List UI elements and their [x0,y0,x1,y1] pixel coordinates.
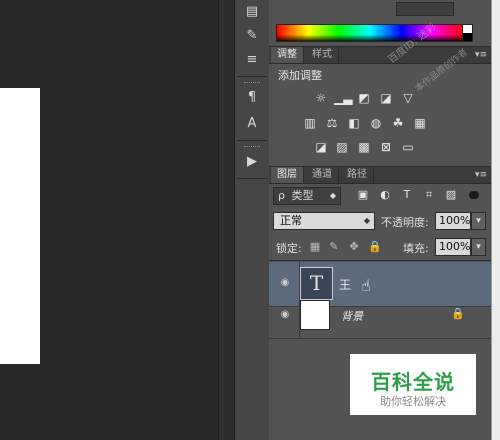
blend-mode-value: 正常 [280,214,302,227]
character-icon[interactable]: A [235,114,269,134]
layer-name[interactable]: 王 [339,276,351,293]
black-white-icon[interactable]: ◧ [346,116,362,130]
hue-saturation-icon[interactable]: ▥ [302,116,318,130]
layer-lock-icon: 🔒 [451,307,465,320]
opacity-dropdown-button[interactable]: ▾ [471,212,486,230]
tab-styles[interactable]: 样式 [306,47,339,63]
lock-transparent-pixels-icon[interactable]: ▦ [309,240,321,254]
curves-icon[interactable]: ◩ [356,91,372,105]
layer-filter-kind-select[interactable]: ρ 类型 ◆ [273,187,341,205]
type-filter-icon[interactable]: T [400,188,414,202]
adjustment-filter-icon[interactable]: ◐ [378,188,392,202]
lock-all-icon[interactable]: 🔒 [368,240,382,254]
invert-icon[interactable]: ◪ [313,140,329,154]
selective-color-icon[interactable]: ⊠ [378,140,394,154]
blend-mode-select[interactable]: 正常 ◆ [273,212,375,230]
tab-adjustments[interactable]: 调整 [271,47,304,63]
fill-dropdown-button[interactable]: ▾ [471,238,486,256]
black-white-swatch[interactable] [462,24,473,42]
brightness-contrast-icon[interactable]: ☼ [313,91,329,105]
opacity-value: 100% [439,214,471,227]
lock-image-pixels-icon[interactable]: ✎ [328,240,340,254]
actions-play-icon[interactable]: ▶ [235,152,269,172]
tab-paths[interactable]: 路径 [341,167,374,183]
updown-arrows-icon: ◆ [329,191,336,200]
fill-label: 填充: [403,242,429,255]
gradient-map-icon[interactable]: ▭ [400,140,416,154]
filter-kind-label: 类型 [291,189,314,202]
shape-filter-icon[interactable]: ⌗ [422,188,436,202]
search-icon: ρ [278,189,285,202]
opacity-label: 不透明度: [381,216,429,229]
channel-mixer-icon[interactable]: ☘ [390,116,406,130]
panel-menu-icon[interactable]: ▾≡ [475,47,487,63]
eye-visibility-icon[interactable]: ◉ [278,309,292,321]
swatches-icon[interactable]: ▤ [235,2,269,22]
collapsed-panel-dock: ▤ ✎ ≡ ¶ A ▶ [234,0,270,440]
threshold-icon[interactable]: ▩ [356,140,372,154]
dock-grip[interactable] [244,146,260,149]
smart-object-filter-icon[interactable]: ▨ [444,188,458,202]
layers-list-divider [269,260,491,261]
vibrance-icon[interactable]: ▽ [400,91,416,105]
lock-label: 锁定: [276,242,302,255]
color-value-field[interactable] [396,2,454,16]
dock-grip[interactable] [244,82,260,85]
updown-arrows-icon: ◆ [363,216,370,225]
color-balance-icon[interactable]: ⚖ [324,116,340,130]
fill-input[interactable]: 100% [435,238,471,256]
lock-position-icon[interactable]: ✥ [348,240,360,254]
photo-filter-icon[interactable]: ◍ [368,116,384,130]
image-filter-icon[interactable]: ▣ [356,188,370,202]
paragraph-icon[interactable]: ¶ [235,88,269,108]
layers-tabbar: 图层 通道 路径 ▾≡ [269,166,491,184]
background-layer-thumbnail [300,300,330,330]
layer-row-background[interactable]: ◉ 背景 🔒 [269,294,491,339]
watermark-subtitle: 助你轻松解决 [380,395,446,408]
panel-menu-icon[interactable]: ▾≡ [475,167,487,183]
exposure-icon[interactable]: ◪ [378,91,394,105]
eye-visibility-icon[interactable]: ◉ [278,277,292,289]
watermark-title: 百科全说 [371,370,455,394]
dock-divider [237,140,267,141]
opacity-input[interactable]: 100% [435,212,471,230]
visibility-column: ◉ [269,294,300,338]
filter-toggle[interactable] [469,191,479,199]
layer-name[interactable]: 背景 [341,308,363,324]
hand-cursor-icon: ☝ [361,276,371,295]
canvas-panel-gutter [218,0,235,440]
posterize-icon[interactable]: ▨ [334,140,350,154]
adjustments-title: 添加调整 [278,69,322,82]
dock-divider [237,178,267,179]
tab-layers[interactable]: 图层 [271,167,304,183]
window-edge [491,0,500,440]
fill-value: 100% [439,240,471,253]
tab-channels[interactable]: 通道 [306,167,339,183]
document-canvas[interactable] [0,88,40,364]
brush-presets-icon[interactable]: ✎ [235,26,269,46]
levels-icon[interactable]: ▁▃ [334,91,352,105]
dock-divider [237,76,267,77]
color-lookup-icon[interactable]: ▦ [412,116,428,130]
brush-settings-icon[interactable]: ≡ [235,50,269,70]
